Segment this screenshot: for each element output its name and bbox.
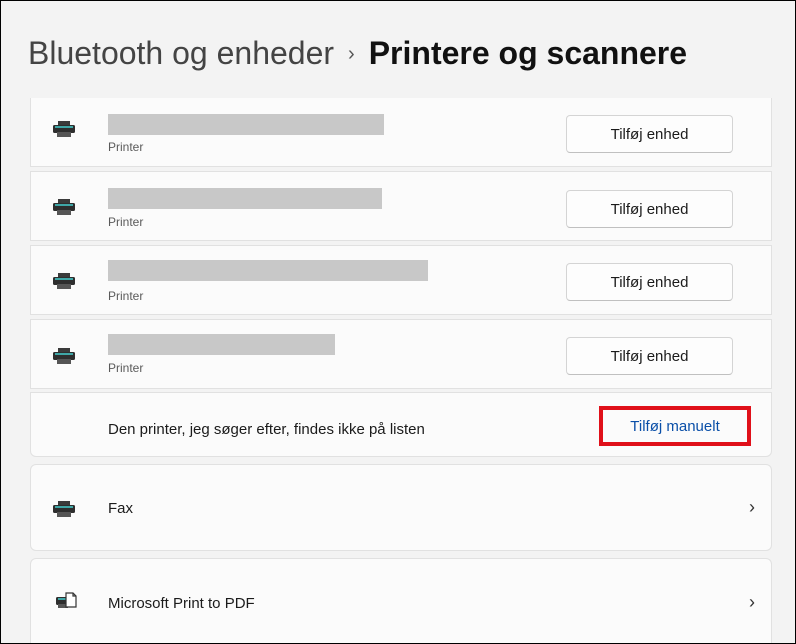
settings-window: Bluetooth og enheder › Printere og scanner… [0,0,796,644]
printer-icon [53,348,75,364]
add-manually-button[interactable]: Tilføj manuelt [599,406,751,446]
printer-type-label: Printer [108,361,144,375]
printer-icon [53,501,75,517]
chevron-right-icon: › [749,592,755,612]
missing-printer-row: Den printer, jeg søger efter, findes ikk… [30,392,772,457]
breadcrumb-separator: › [348,43,355,65]
printer-name-redacted [108,260,428,281]
pdf-printer-icon [56,592,77,608]
printer-icon [53,121,75,137]
device-row-pdf[interactable]: Microsoft Print to PDF › [30,558,772,643]
printer-name-redacted [108,334,335,355]
device-row-fax[interactable]: Fax › [30,464,772,551]
printer-row: Printer Tilføj enhed [30,245,772,315]
printer-type-label: Printer [108,289,144,303]
printer-icon [53,199,75,215]
printer-type-label: Printer [108,215,144,229]
printer-row: Printer Tilføj enhed [30,98,772,167]
add-device-button[interactable]: Tilføj enhed [566,115,733,153]
add-device-button[interactable]: Tilføj enhed [566,263,733,301]
device-label: Microsoft Print to PDF [108,595,255,612]
printer-name-redacted [108,114,384,135]
add-device-button[interactable]: Tilføj enhed [566,190,733,228]
missing-printer-text: Den printer, jeg søger efter, findes ikk… [108,421,425,438]
page-title: Printere og scannere [368,35,688,71]
printer-type-label: Printer [108,140,144,154]
breadcrumb-parent[interactable]: Bluetooth og enheder [28,35,334,71]
printer-row: Printer Tilføj enhed [30,319,772,389]
device-label: Fax [108,500,134,517]
printer-row: Printer Tilføj enhed [30,171,772,241]
breadcrumb: Bluetooth og enheder › Printere og scanner… [28,31,687,80]
printer-name-redacted [108,188,382,209]
printer-icon [53,273,75,289]
chevron-right-icon: › [749,497,755,517]
add-device-button[interactable]: Tilføj enhed [566,337,733,375]
